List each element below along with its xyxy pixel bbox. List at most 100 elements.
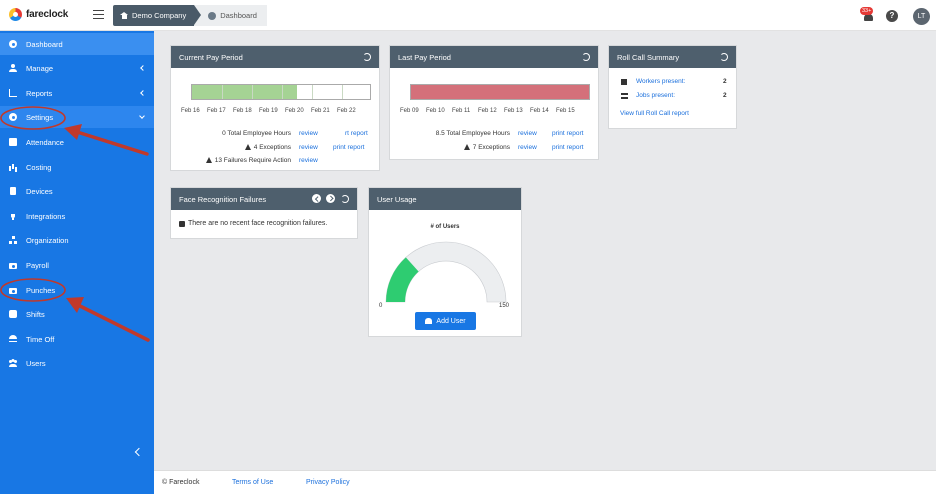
- failures-review-link[interactable]: review: [299, 157, 318, 164]
- exceptions-print-link[interactable]: print report: [552, 144, 583, 151]
- chevron-left-icon: [140, 65, 146, 71]
- refresh-icon[interactable]: [363, 53, 371, 61]
- sidebar-item-settings[interactable]: Settings: [0, 106, 154, 128]
- umbrella-beach-icon: [9, 335, 17, 343]
- view-roll-call-report-link[interactable]: View full Roll Call report: [620, 110, 689, 117]
- bar-chart-icon: [9, 163, 17, 171]
- notifications-badge[interactable]: 33+: [860, 7, 874, 15]
- users-icon: [9, 359, 17, 367]
- sidebar-item-payroll[interactable]: Payroll: [0, 254, 154, 276]
- date-tick: Feb 15: [556, 108, 575, 114]
- breadcrumb-company-label: Demo Company: [132, 11, 187, 20]
- exceptions-print-link[interactable]: print report: [333, 144, 364, 151]
- refresh-icon[interactable]: [720, 53, 728, 61]
- sidebar-item-label: Manage: [26, 63, 54, 73]
- dashboard-gauge-icon: [9, 40, 17, 48]
- logo-text: fareclock: [26, 9, 69, 20]
- no-failures-message: There are no recent face recognition fai…: [179, 220, 327, 227]
- message-text: There are no recent face recognition fai…: [188, 220, 328, 227]
- copyright-text: © Fareclock: [162, 479, 200, 486]
- date-tick: Feb 09: [400, 108, 419, 114]
- card-title: Roll Call Summary: [617, 52, 680, 62]
- privacy-policy-link[interactable]: Privacy Policy: [306, 479, 350, 486]
- date-tick: Feb 14: [530, 108, 549, 114]
- user-avatar[interactable]: LT: [913, 8, 930, 25]
- workers-present-link[interactable]: Workers present:: [636, 78, 685, 85]
- date-tick: Feb 11: [452, 108, 471, 114]
- card-header: Face Recognition Failures: [171, 188, 357, 210]
- hours-review-link[interactable]: review: [518, 130, 537, 137]
- card-header: Current Pay Period: [171, 46, 379, 68]
- sidebar-item-label: Devices: [26, 186, 53, 196]
- date-tick: Feb 22: [337, 108, 356, 114]
- date-tick: Feb 13: [504, 108, 523, 114]
- fareclock-logo-icon: [9, 8, 22, 21]
- punch-icon: [9, 288, 17, 294]
- sidebar-item-users[interactable]: Users: [0, 352, 154, 374]
- current-period-progress-bar: [191, 84, 371, 100]
- tablet-icon: [10, 187, 16, 195]
- calendar-icon: [9, 138, 17, 146]
- exceptions-review-link[interactable]: review: [518, 144, 537, 151]
- sidebar-item-manage[interactable]: Manage: [0, 57, 154, 79]
- card-title: Last Pay Period: [398, 52, 451, 62]
- hours-print-link[interactable]: print report: [552, 130, 583, 137]
- warning-icon: [463, 144, 470, 150]
- card-header: Last Pay Period: [390, 46, 598, 68]
- sidebar-item-punches[interactable]: Punches: [0, 279, 154, 301]
- breadcrumb-dashboard[interactable]: Dashboard: [194, 5, 267, 26]
- sidebar-item-label: Organization: [26, 235, 69, 245]
- date-tick: Feb 19: [259, 108, 278, 114]
- sidebar-item-label: Dashboard: [26, 39, 63, 49]
- sidebar-item-label: Time Off: [26, 334, 55, 344]
- refresh-icon[interactable]: [341, 195, 349, 203]
- card-header: Roll Call Summary: [609, 46, 736, 68]
- total-hours-text: 8.5 Total Employee Hours: [435, 130, 510, 137]
- hours-review-link[interactable]: review: [299, 130, 318, 137]
- sidebar-item-dashboard[interactable]: Dashboard: [0, 33, 154, 55]
- sidebar-item-integrations[interactable]: Integrations: [0, 205, 154, 227]
- sidebar-item-attendance[interactable]: Attendance: [0, 131, 154, 153]
- sidebar-item-shifts[interactable]: Shifts: [0, 303, 154, 325]
- previous-icon[interactable]: [312, 194, 321, 203]
- help-icon[interactable]: ?: [886, 10, 898, 22]
- breadcrumb: Demo Company Dashboard: [113, 5, 267, 26]
- last-period-progress-bar: [410, 84, 590, 100]
- thumbs-up-icon: [179, 220, 185, 227]
- add-user-label: Add User: [436, 317, 466, 325]
- warning-icon: [205, 157, 212, 163]
- breadcrumb-company[interactable]: Demo Company: [113, 5, 202, 26]
- jobs-present-link[interactable]: Jobs present:: [636, 92, 675, 99]
- add-user-button[interactable]: Add User: [415, 312, 476, 330]
- sidebar-item-label: Punches: [26, 285, 56, 295]
- add-user-icon: [425, 318, 433, 324]
- date-tick: Feb 18: [233, 108, 252, 114]
- sidebar-item-label: Attendance: [26, 137, 64, 147]
- logo[interactable]: fareclock: [9, 8, 68, 21]
- failures-text: 13 Failures Require Action: [205, 157, 291, 164]
- exceptions-text: 7 Exceptions: [463, 144, 510, 151]
- sidebar-item-time-off[interactable]: Time Off: [0, 328, 154, 350]
- total-hours-text: 0 Total Employee Hours: [222, 130, 291, 137]
- sidebar-item-costing[interactable]: Costing: [0, 156, 154, 178]
- sidebar-item-reports[interactable]: Reports: [0, 82, 154, 104]
- sidebar-item-label: Costing: [26, 162, 52, 172]
- next-icon[interactable]: [326, 194, 335, 203]
- hamburger-menu-icon[interactable]: [93, 10, 104, 19]
- chevron-left-icon: [140, 90, 146, 96]
- card-title: User Usage: [377, 194, 417, 204]
- exceptions-review-link[interactable]: review: [299, 144, 318, 151]
- current-pay-period-card: Current Pay Period Feb 16 Feb 17 Feb 18 …: [170, 45, 380, 171]
- date-tick: Feb 10: [426, 108, 445, 114]
- person-icon: [9, 64, 17, 72]
- sidebar-item-devices[interactable]: Devices: [0, 180, 154, 202]
- dashboard-gauge-icon: [208, 11, 217, 20]
- refresh-icon[interactable]: [582, 53, 590, 61]
- footer: © Fareclock Terms of Use Privacy Policy: [154, 470, 936, 494]
- sidebar-item-organization[interactable]: Organization: [0, 229, 154, 251]
- hours-report-link[interactable]: rt report: [345, 130, 368, 137]
- date-tick: Feb 21: [311, 108, 330, 114]
- home-icon: [120, 12, 128, 19]
- org-chart-icon: [621, 93, 628, 99]
- terms-of-use-link[interactable]: Terms of Use: [232, 479, 273, 486]
